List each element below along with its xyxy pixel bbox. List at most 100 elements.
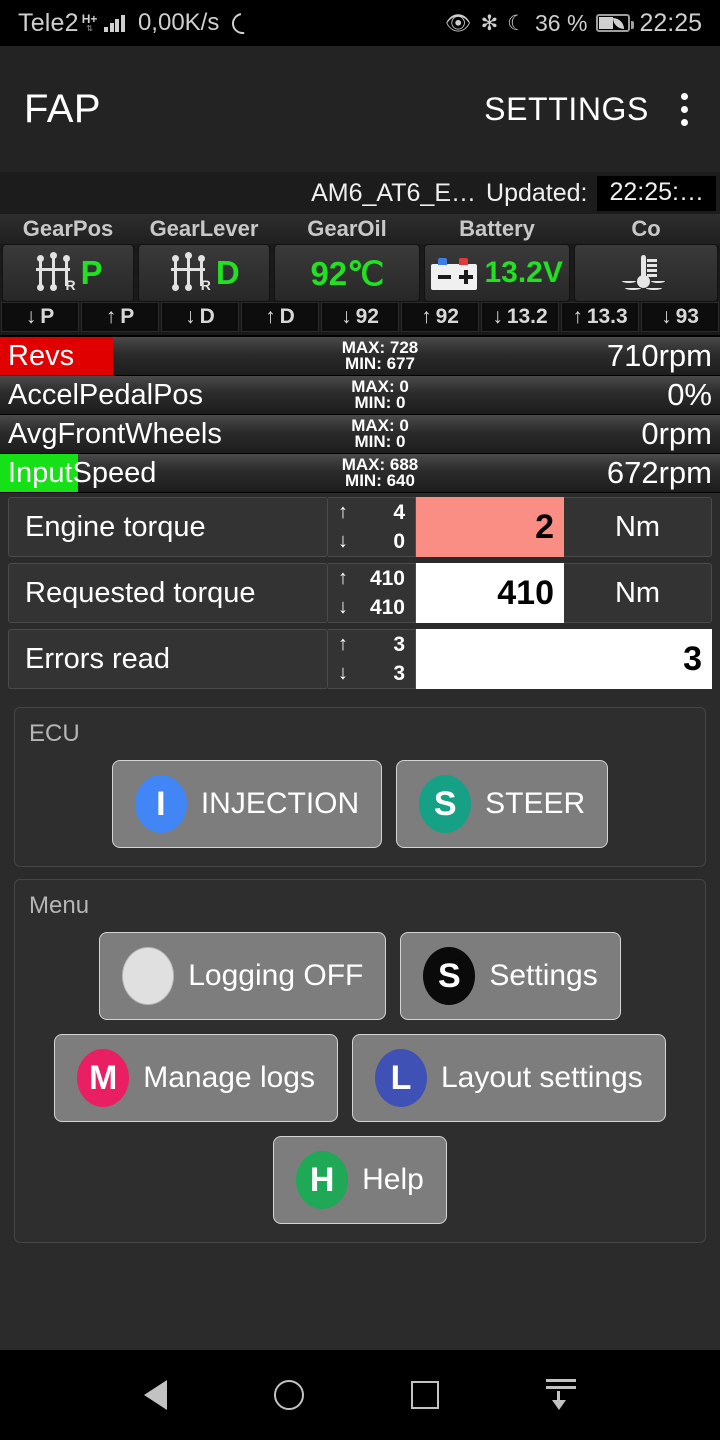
arrow-down-icon: ↓ <box>341 305 352 328</box>
battery-percent-label: 36 % <box>535 9 588 36</box>
table-row[interactable]: Requested torque ↑ 410 ↓ 410 410 Nm <box>8 563 712 623</box>
row-minmax: ↑ 410 ↓ 410 <box>328 563 416 623</box>
gauge-tile-gearpos[interactable]: R P <box>2 244 135 302</box>
coolant-temperature-icon <box>621 253 665 293</box>
gauge-max-gearoil: ↑ 92 <box>401 302 479 332</box>
settings-icon: S <box>423 947 476 1005</box>
arrow-up-icon: ↑ <box>338 567 348 589</box>
row-max: 4 <box>393 500 405 524</box>
menu-button-row-3: H Help <box>29 1136 691 1224</box>
row-value: 3 <box>416 629 712 689</box>
bar-row-value: 0rpm <box>641 416 712 451</box>
bar-row-value: 672rpm <box>606 455 712 490</box>
bar-graph-list: Revs MAX: 728 MIN: 677 710rpm AccelPedal… <box>0 337 720 493</box>
home-icon[interactable] <box>273 1380 304 1410</box>
arrow-down-icon: ↓ <box>185 305 196 328</box>
steer-button[interactable]: S STEER <box>396 760 609 848</box>
row-min: 410 <box>369 595 405 619</box>
gauge-tile-gearoil[interactable]: 92℃ <box>274 244 421 302</box>
gauge-max-gearpos: ↑ P <box>81 302 159 332</box>
injection-button-label: INJECTION <box>200 787 360 820</box>
bar-row-min: MIN: 0 <box>354 432 406 451</box>
ecu-button-row: I INJECTION S STEER <box>29 760 691 848</box>
row-label: Engine torque <box>8 497 328 557</box>
android-nav-bar <box>0 1350 720 1440</box>
gauge-value-gearlever: D <box>215 254 240 291</box>
sync-icon <box>228 8 258 38</box>
gauge-min-battery: ↓ 13.2 <box>481 302 559 332</box>
recents-icon[interactable] <box>411 1381 440 1409</box>
gauge-min-coolant: ↓ 93 <box>641 302 719 332</box>
app-bar: FAP SETTINGS <box>0 46 720 172</box>
updated-label: Updated: <box>486 178 588 207</box>
hide-navbar-icon[interactable] <box>546 1379 577 1411</box>
bluetooth-icon: ✻ <box>480 11 499 35</box>
row-label: Errors read <box>8 629 328 689</box>
steer-ecu-icon: S <box>419 775 472 833</box>
layout-settings-label: Layout settings <box>441 1061 643 1094</box>
logging-toggle-button[interactable]: Logging OFF <box>99 932 387 1020</box>
row-minmax: ↑ 3 ↓ 3 <box>328 629 416 689</box>
gauge-value-battery: 13.2V <box>484 256 563 289</box>
car-battery-icon <box>431 256 478 290</box>
bar-row-accelpedalpos[interactable]: AccelPedalPos MAX: 0 MIN: 0 0% <box>0 376 720 414</box>
manage-logs-button[interactable]: M Manage logs <box>54 1034 338 1122</box>
overflow-menu-icon[interactable] <box>673 87 696 132</box>
ecu-card-title: ECU <box>29 720 80 747</box>
status-bar: Tele2 H+ ⇅ 0,00K/s 👁 ✻ ☾ 36 % 22:25 <box>0 0 720 46</box>
gauge-min-gearlever: ↓ D <box>161 302 239 332</box>
help-button[interactable]: H Help <box>273 1136 447 1224</box>
injection-button[interactable]: I INJECTION <box>111 760 383 848</box>
bar-row-inputspeed[interactable]: InputSpeed MAX: 688 MIN: 640 672rpm <box>0 454 720 492</box>
menu-card-title: Menu <box>29 892 90 919</box>
row-value: 2 <box>416 497 564 557</box>
gauge-value-gearoil: 92℃ <box>310 254 385 292</box>
gear-shifter-icon: R <box>34 252 76 293</box>
menu-button-row-2: M Manage logs L Layout settings <box>29 1034 691 1122</box>
manage-logs-label: Manage logs <box>143 1061 315 1094</box>
arrow-down-icon: ↓ <box>338 530 348 552</box>
app-title: FAP <box>24 86 102 131</box>
gauge-strip: GearPos GearLever GearOil Battery Co R P… <box>0 214 720 337</box>
arrow-up-icon: ↑ <box>265 305 276 328</box>
bar-row-revs[interactable]: Revs MAX: 728 MIN: 677 710rpm <box>0 337 720 375</box>
gauge-value-gearpos: P <box>80 254 103 291</box>
updated-time-value: 22:25:… <box>597 175 716 211</box>
clock-label: 22:25 <box>639 8 702 37</box>
row-min: 0 <box>393 529 405 553</box>
bar-row-name: AvgFrontWheels <box>8 417 222 450</box>
app-screen: Tele2 H+ ⇅ 0,00K/s 👁 ✻ ☾ 36 % 22:25 FAP … <box>0 0 720 1440</box>
gauge-tile-gearlever[interactable]: R D <box>138 244 271 302</box>
settings-button[interactable]: S Settings <box>400 932 621 1020</box>
table-row[interactable]: Errors read ↑ 3 ↓ 3 3 <box>8 629 712 689</box>
gauge-tile-battery[interactable]: 13.2V <box>424 244 571 302</box>
gauge-tile-coolant[interactable] <box>574 244 718 302</box>
back-icon[interactable] <box>143 1380 167 1410</box>
arrow-up-icon: ↑ <box>338 501 348 523</box>
settings-button-label: Settings <box>489 959 598 992</box>
layout-settings-button[interactable]: L Layout settings <box>352 1034 666 1122</box>
arrow-down-icon: ↓ <box>661 305 672 328</box>
bar-row-minmax: MAX: 0 MIN: 0 <box>300 379 460 411</box>
settings-action-button[interactable]: SETTINGS <box>484 91 649 128</box>
gauge-tile-row: R P R D 92℃ 13.2V <box>0 244 720 302</box>
gauge-max-battery: ↑ 13.3 <box>561 302 639 332</box>
gauge-minmax-row: ↓ P ↑ P ↓ D ↑ D ↓ 92 ↑ 92 ↓ 13.2 ↑ 13.3 ↓ 93 <box>0 302 720 332</box>
gauge-label-gearpos: GearPos <box>0 214 136 244</box>
gear-shifter-icon: R <box>169 252 211 293</box>
row-label: Requested torque <box>8 563 328 623</box>
help-icon: H <box>296 1151 349 1209</box>
carrier-label: Tele2 <box>18 8 79 37</box>
arrow-down-icon: ↓ <box>338 662 348 684</box>
gauge-label-gearlever: GearLever <box>136 214 272 244</box>
arrow-up-icon: ↑ <box>105 305 117 328</box>
value-table: Engine torque ↑ 4 ↓ 0 2 Nm Requested torqu… <box>0 493 720 695</box>
arrow-down-icon: ↓ <box>338 596 348 618</box>
table-row[interactable]: Engine torque ↑ 4 ↓ 0 2 Nm <box>8 497 712 557</box>
row-unit: Nm <box>564 497 712 557</box>
logging-toggle-icon <box>122 947 175 1005</box>
help-button-label: Help <box>362 1163 424 1196</box>
bar-row-minmax: MAX: 688 MIN: 640 <box>300 457 460 489</box>
row-unit: Nm <box>564 563 712 623</box>
bar-row-avgfrontwheels[interactable]: AvgFrontWheels MAX: 0 MIN: 0 0rpm <box>0 415 720 453</box>
